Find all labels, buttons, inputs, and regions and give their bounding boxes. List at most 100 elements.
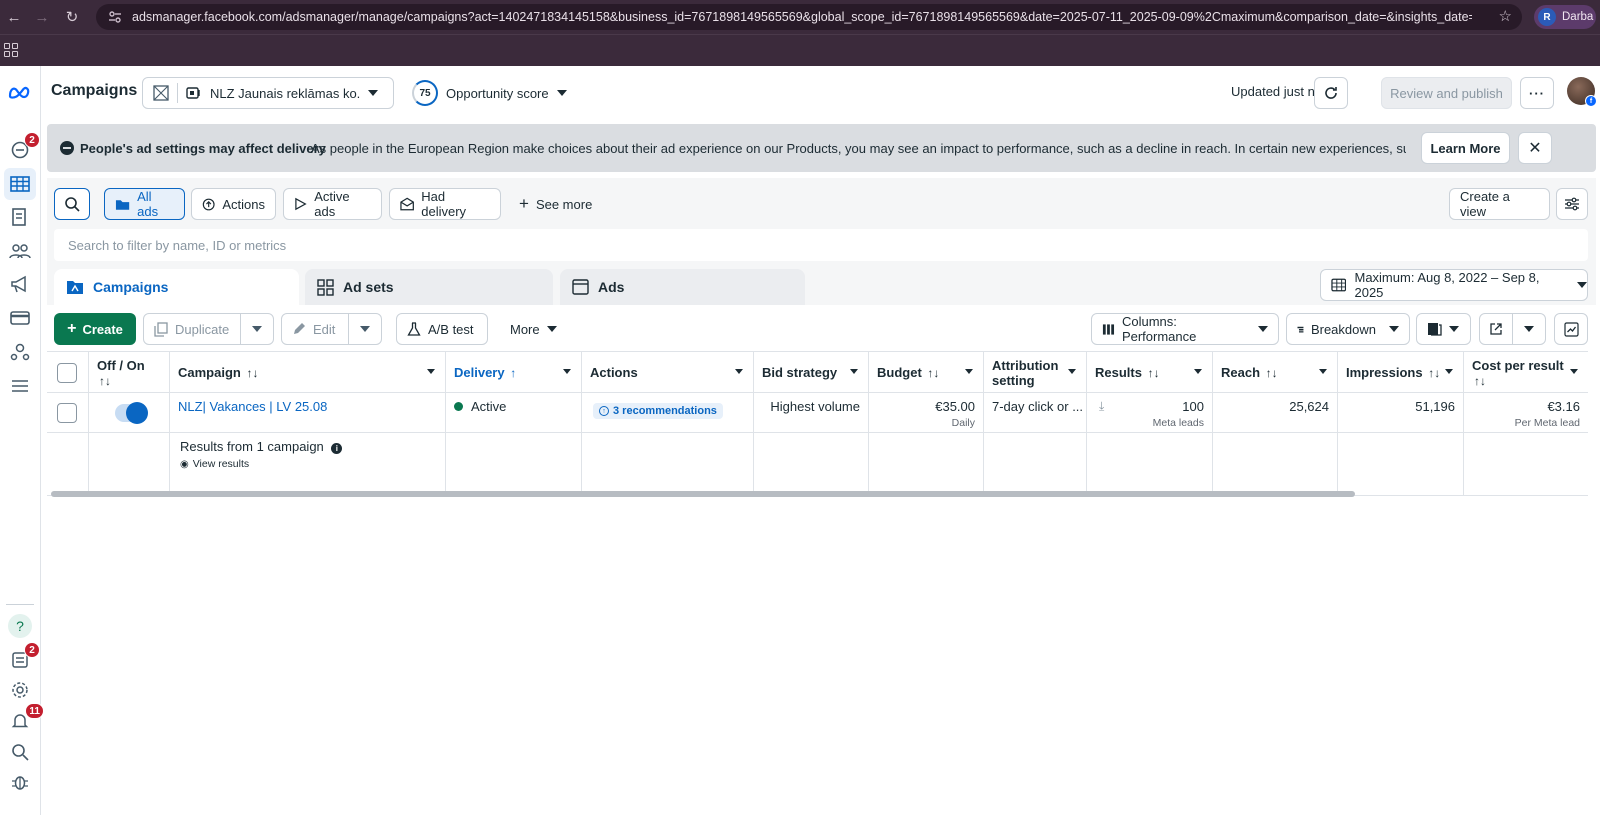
actions-filter[interactable]: Actions [191,188,276,220]
close-banner-button[interactable]: ✕ [1518,132,1552,164]
chevron-down-icon [1258,326,1268,332]
create-view-button[interactable]: Create a view [1449,188,1550,220]
report-bug-nav-item[interactable] [4,766,36,798]
header-attribution[interactable]: Attribution setting [984,352,1087,392]
campaigns-nav-item[interactable] [4,168,36,200]
row-delivery-cell: Active [446,393,582,432]
review-and-publish-button[interactable]: Review and publish [1381,77,1512,109]
search-nav-item[interactable] [4,736,36,768]
search-button[interactable] [54,188,90,220]
advertise-nav-item[interactable] [4,268,36,300]
reports-menu-button[interactable] [1416,313,1471,345]
header-actions[interactable]: Actions [582,352,754,392]
ab-test-button[interactable]: A/B test [396,313,488,345]
duplicate-button[interactable]: Duplicate [143,313,241,345]
site-settings-icon[interactable] [106,8,124,26]
bookmark-star-icon[interactable]: ☆ [1499,7,1512,25]
address-bar[interactable]: adsmanager.facebook.com/adsmanager/manag… [96,4,1522,30]
all-tools-nav-item[interactable] [4,370,36,402]
chevron-down-icon[interactable] [427,369,435,374]
more-options-button[interactable]: ··· [1520,77,1554,109]
tab-ads[interactable]: Ads [560,269,805,305]
view-results-link[interactable]: ◉ View results [180,458,437,470]
date-range-picker[interactable]: Maximum: Aug 8, 2022 – Sep 8, 2025 [1320,269,1588,301]
tab-ad-sets-label: Ad sets [343,279,394,295]
row-checkbox[interactable] [57,403,77,423]
header-results[interactable]: Results ↑↓ [1087,352,1213,392]
chevron-down-icon[interactable] [1570,369,1578,374]
url-text[interactable]: adsmanager.facebook.com/adsmanager/manag… [132,10,1472,24]
tab-campaigns[interactable]: Campaigns [54,269,299,305]
search-input[interactable]: Search to filter by name, ID or metrics [54,229,1588,261]
recommendations-link[interactable]: ↑ 3 recommendations [593,403,723,419]
settings-nav-item[interactable] [4,674,36,706]
minus-circle-icon [60,141,74,155]
edit-options-button[interactable] [348,313,382,345]
avatar[interactable]: f [1567,77,1597,107]
chevron-down-icon [1577,282,1587,288]
breakdown-label: Breakdown [1310,321,1376,337]
refresh-button[interactable] [1314,77,1348,109]
reports-nav-item[interactable] [4,201,36,233]
alerts-nav-item[interactable]: 11 [4,703,44,737]
opportunity-score[interactable]: 75 Opportunity score [412,78,567,108]
export-options-button[interactable] [1512,313,1546,345]
header-off-on[interactable]: Off / On ↑↓ [89,352,170,392]
reload-icon[interactable]: ↻ [58,3,86,31]
breakdown-button[interactable]: Breakdown [1286,313,1410,345]
header-bid-strategy[interactable]: Bid strategy [754,352,869,392]
chevron-down-icon[interactable] [1319,369,1327,374]
chevron-down-icon[interactable] [1445,369,1453,374]
play-icon [295,197,307,211]
chevron-down-icon[interactable] [1194,369,1202,374]
create-button[interactable]: + Create [54,313,136,345]
header-budget[interactable]: Budget ↑↓ [869,352,984,392]
meta-logo-icon[interactable] [4,76,36,108]
updates-nav-item[interactable]: 2 [4,642,40,676]
tab-ad-sets[interactable]: Ad sets [305,269,553,305]
had-delivery-filter[interactable]: Had delivery [389,188,501,220]
help-nav-item[interactable]: ? [4,610,36,642]
notifications-nav-item[interactable]: 2 [4,132,40,166]
header-delivery-label: Delivery [454,365,505,380]
info-icon[interactable]: i [331,443,343,454]
select-all-checkbox[interactable] [57,363,77,383]
header-impressions[interactable]: Impressions ↑↓ [1338,352,1464,392]
header-reach[interactable]: Reach ↑↓ [1213,352,1338,392]
all-ads-filter[interactable]: All ads [104,188,185,220]
row-budget-cell[interactable]: €35.00 Daily [869,393,984,432]
see-more-filter[interactable]: + See more [519,188,592,220]
view-settings-button[interactable] [1556,188,1588,220]
header-cost-per-result[interactable]: Cost per result ↑↓ [1464,352,1588,392]
chevron-down-icon[interactable] [965,369,973,374]
header-delivery[interactable]: Delivery ↑ [446,352,582,392]
campaign-on-off-toggle[interactable] [115,402,148,424]
audiences-nav-item[interactable] [4,235,36,267]
charts-toggle-button[interactable] [1554,313,1588,345]
export-button[interactable] [1479,313,1513,345]
learn-more-button[interactable]: Learn More [1421,132,1510,164]
chevron-down-icon[interactable] [735,369,743,374]
campaign-name-link[interactable]: NLZ| Vakances | LV 25.08 [178,399,327,414]
forward-icon[interactable]: → [28,3,56,31]
active-ads-filter[interactable]: Active ads [283,188,382,220]
chevron-down-icon[interactable] [1068,369,1076,374]
billing-nav-item[interactable] [4,302,36,334]
browser-profile[interactable]: R Darba [1534,5,1596,29]
recommendations-label: 3 recommendations [613,405,717,417]
back-icon[interactable]: ← [0,3,28,31]
columns-button[interactable]: Columns: Performance [1091,313,1279,345]
apps-grid-icon[interactable] [4,43,18,57]
chevron-down-icon[interactable] [850,369,858,374]
more-actions-button[interactable]: More [500,313,566,345]
header-campaign[interactable]: Campaign ↑↓ [170,352,446,392]
chevron-down-icon[interactable] [563,369,571,374]
duplicate-options-button[interactable] [240,313,274,345]
table-row[interactable]: NLZ| Vakances | LV 25.08 Active ↑ 3 reco… [47,393,1588,433]
ad-account-name: NLZ Jaunais reklāmas ko... [210,85,360,101]
edit-button[interactable]: Edit [281,313,349,345]
business-nav-item[interactable] [4,336,36,368]
ad-account-selector[interactable]: NLZ Jaunais reklāmas ko... [142,77,394,109]
delivery-warning-banner: People's ad settings may affect delivery… [47,124,1596,172]
horizontal-scrollbar[interactable] [51,491,1355,497]
